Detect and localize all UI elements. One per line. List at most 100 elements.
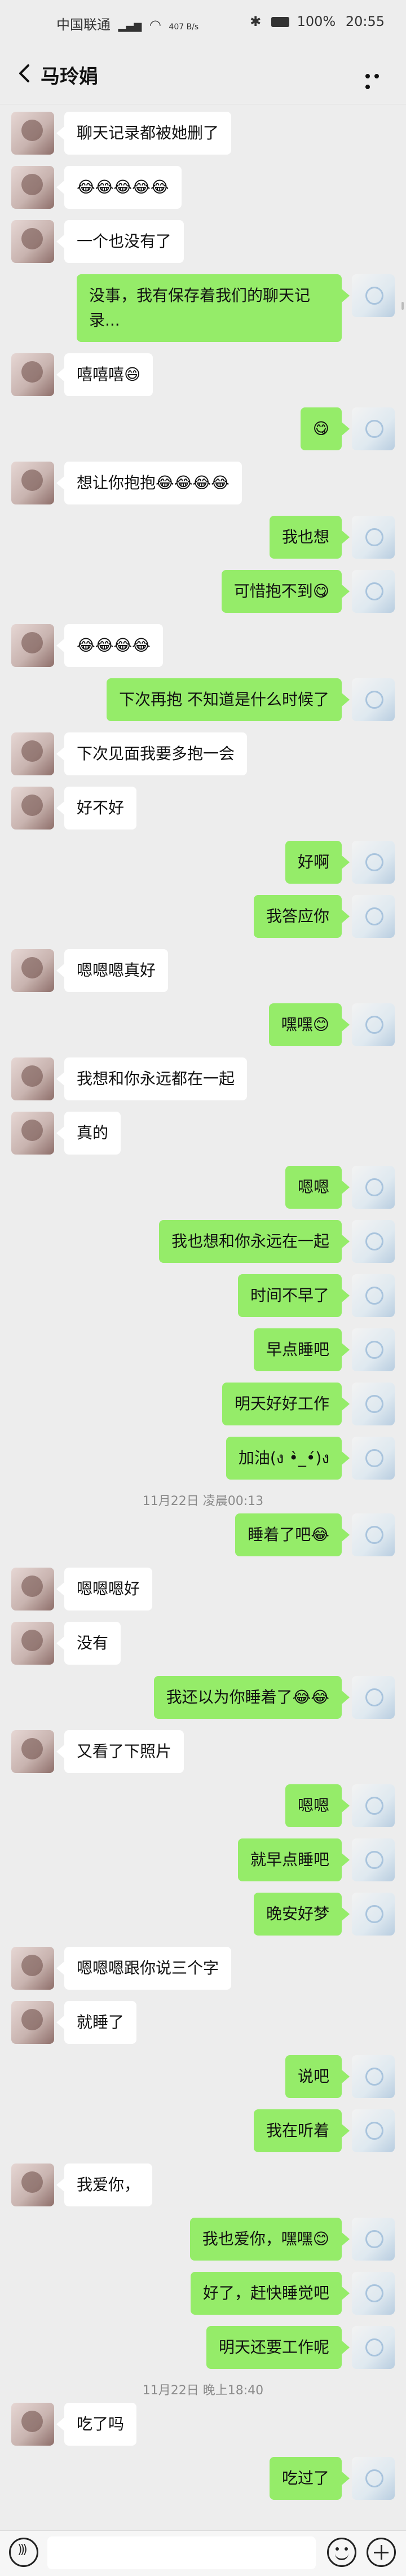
sent-message-bubble[interactable]: 没事，我有保存着我们的聊天记录... [77,274,350,342]
clock: 20:55 [345,14,385,29]
my-avatar[interactable] [352,2218,395,2261]
received-message-bubble[interactable]: 嗯嗯嗯跟你说三个字 [56,1947,232,1990]
contact-avatar[interactable] [11,949,54,992]
my-avatar[interactable] [352,407,395,450]
sent-message-bubble[interactable]: 我还以为你睡着了😂😂 [153,1676,350,1719]
received-message-bubble[interactable]: 真的 [56,1112,121,1155]
status-right: ✱ 100% 20:55 [250,14,385,29]
contact-avatar[interactable] [11,2403,54,2446]
received-message-bubble[interactable]: 我爱你， [56,2164,153,2206]
contact-avatar[interactable] [11,2164,54,2206]
contact-avatar[interactable] [11,1057,54,1100]
received-message-bubble[interactable]: 就睡了 [56,2001,137,2044]
received-message-bubble[interactable]: 一个也没有了 [56,220,184,263]
contact-avatar[interactable] [11,353,54,396]
received-message-bubble[interactable]: 嗯嗯嗯真好 [56,949,169,992]
contact-avatar[interactable] [11,624,54,667]
sent-message-bubble[interactable]: 睡着了吧😂 [235,1513,350,1556]
sent-message-bubble[interactable]: 好了，赶快睡觉吧 [190,2272,350,2315]
contact-avatar[interactable] [11,220,54,263]
my-avatar[interactable] [352,1328,395,1371]
sent-message-bubble[interactable]: 明天还要工作呢 [206,2326,350,2369]
received-message-bubble[interactable]: 😂😂😂😂😂 [56,166,182,209]
my-avatar[interactable] [352,1838,395,1881]
more-dots-icon[interactable] [365,70,390,89]
contact-avatar[interactable] [11,732,54,775]
contact-avatar[interactable] [11,1112,54,1155]
my-avatar[interactable] [352,2055,395,2098]
sent-message-bubble[interactable]: 下次再抱 不知道是什么时候了 [107,678,350,721]
my-avatar[interactable] [352,1166,395,1209]
my-avatar[interactable] [352,1784,395,1827]
my-avatar[interactable] [352,516,395,559]
sent-message-bubble[interactable]: 就早点睡吧 [237,1838,350,1881]
my-avatar[interactable] [352,841,395,884]
message-list[interactable]: 聊天记录都被她删了 😂😂😂😂😂 一个也没有了没事，我有保存着我们的聊天记录... 嘻嘻… [0,104,406,2530]
sent-message-bubble[interactable]: 我也想 [269,516,350,559]
timestamp: 11月22日 凌晨00:13 [142,1494,264,1508]
sent-message-bubble[interactable]: 我在听着 [253,2109,350,2152]
emoji-icon[interactable] [327,2538,356,2567]
contact-avatar[interactable] [11,462,54,504]
my-avatar[interactable] [352,1274,395,1317]
voice-icon[interactable] [9,2538,38,2567]
contact-avatar[interactable] [11,2001,54,2044]
sent-message-bubble[interactable]: 😋 [300,407,350,450]
my-avatar[interactable] [352,1220,395,1263]
my-avatar[interactable] [352,1383,395,1425]
sent-message-bubble[interactable]: 我也爱你，嘿嘿😊 [189,2218,350,2261]
my-avatar[interactable] [352,2457,395,2500]
my-avatar[interactable] [352,1513,395,1556]
received-message-bubble[interactable]: 吃了吗 [56,2403,137,2446]
received-message-bubble[interactable]: 😂😂😂😂 [56,624,163,667]
contact-avatar[interactable] [11,1622,54,1665]
sent-message-bubble[interactable]: 好啊 [285,841,350,884]
received-message-bubble[interactable]: 嘻嘻嘻😄 [56,353,153,396]
my-avatar[interactable] [352,2272,395,2315]
sent-message-bubble[interactable]: 我答应你 [253,895,350,938]
sent-message-bubble[interactable]: 可惜抱不到😋 [221,570,350,613]
sent-message-bubble[interactable]: 嗯嗯 [285,1784,350,1827]
contact-avatar[interactable] [11,1947,54,1990]
message-input[interactable] [47,2536,316,2569]
sent-message-bubble[interactable]: 嗯嗯 [285,1166,350,1209]
contact-avatar[interactable] [11,1730,54,1773]
my-avatar[interactable] [352,678,395,721]
sent-message-bubble[interactable]: 吃过了 [269,2457,350,2500]
sent-message-bubble[interactable]: 我也想和你永远在一起 [158,1220,350,1263]
my-avatar[interactable] [352,570,395,613]
received-message-bubble[interactable]: 没有 [56,1622,121,1665]
my-avatar[interactable] [352,895,395,938]
battery-icon [271,17,289,27]
received-message-bubble[interactable]: 嗯嗯嗯好 [56,1568,153,1610]
chevron-left-icon[interactable] [14,62,36,85]
sent-message-bubble[interactable]: 早点睡吧 [253,1328,350,1371]
sent-message-bubble[interactable]: 说吧 [285,2055,350,2098]
received-message-bubble[interactable]: 聊天记录都被她删了 [56,112,232,155]
my-avatar[interactable] [352,1003,395,1046]
my-avatar[interactable] [352,1437,395,1480]
my-avatar[interactable] [352,1893,395,1936]
received-message-bubble[interactable]: 想让你抱抱😂😂😂😂 [56,462,242,504]
contact-avatar[interactable] [11,166,54,209]
received-message-bubble[interactable]: 下次见面我要多抱一会 [56,732,248,775]
received-message-bubble[interactable]: 好不好 [56,787,137,830]
contact-avatar[interactable] [11,1568,54,1610]
contact-avatar[interactable] [11,787,54,830]
plus-icon[interactable] [367,2538,396,2567]
my-avatar[interactable] [352,2326,395,2369]
carrier-text: 中国联通 [56,17,111,33]
sent-message-bubble[interactable]: 加油(ง •̀_•́)ง [226,1437,350,1480]
my-avatar[interactable] [352,1676,395,1719]
contact-avatar[interactable] [11,112,54,155]
sent-message-bubble[interactable]: 晚安好梦 [253,1893,350,1936]
received-message-bubble[interactable]: 我想和你永远都在一起 [56,1057,248,1100]
my-avatar[interactable] [352,2109,395,2152]
sent-message-bubble[interactable]: 嘿嘿😊 [268,1003,350,1046]
my-avatar[interactable] [352,274,395,317]
received-message-bubble[interactable]: 又看了下照片 [56,1730,184,1773]
carrier-label: 中国联通 ▂▄▆ ◠ 407 B/s [56,14,198,33]
scrollbar[interactable] [401,302,404,310]
sent-message-bubble[interactable]: 时间不早了 [237,1274,350,1317]
sent-message-bubble[interactable]: 明天好好工作 [222,1383,350,1425]
